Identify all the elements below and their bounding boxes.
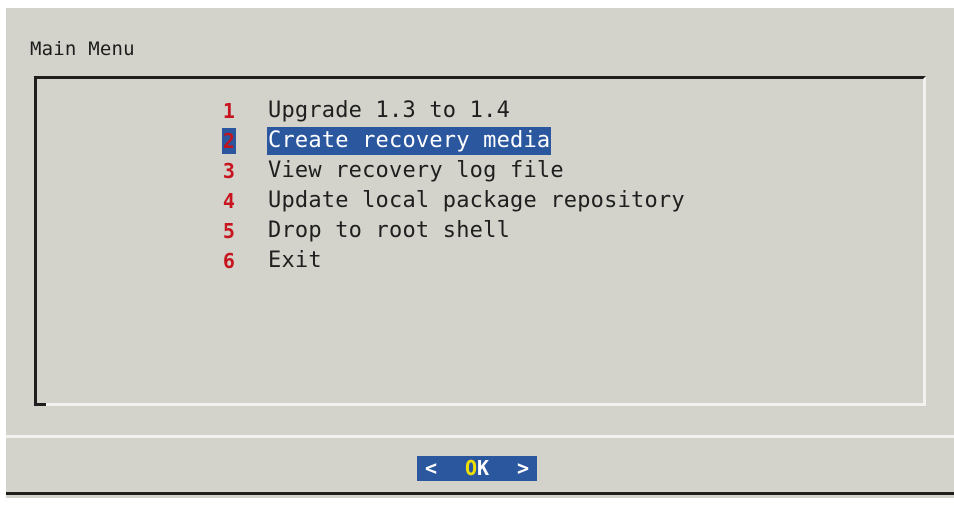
dialog-title: Main Menu [30,38,135,60]
menu-item-tag: 3 [222,159,236,183]
ok-label: OK [465,456,489,481]
menu-item-label: Create recovery media [267,127,552,155]
ok-button[interactable]: < OK > [417,456,537,481]
ok-left-bracket: < [425,456,438,480]
menu-item-tag: 5 [222,219,236,243]
menu-item-view-recovery-log[interactable]: 3 View recovery log file [222,156,686,186]
menu-item-label: Update local package repository [268,188,685,213]
dialog-bottom-border [6,492,954,495]
menu-item-root-shell[interactable]: 5 Drop to root shell [222,216,686,246]
button-separator [6,435,954,438]
ok-hotkey: O [464,456,477,480]
menu-item-upgrade[interactable]: 1 Upgrade 1.3 to 1.4 [222,96,686,126]
menu-item-create-recovery-media[interactable]: 2 Create recovery media [222,126,686,156]
menu-item-update-repository[interactable]: 4 Update local package repository [222,186,686,216]
menu-item-tag: 6 [222,249,236,273]
menu-item-tag: 1 [222,99,236,123]
menu-item-label: Upgrade 1.3 to 1.4 [268,98,511,123]
menu-item-label: Drop to root shell [268,218,511,243]
menu-item-tag: 4 [222,189,236,213]
menu-item-tag: 2 [222,128,236,154]
menu-item-label: View recovery log file [268,158,564,183]
ok-label-rest: K [477,456,490,480]
menu-item-exit[interactable]: 6 Exit [222,246,686,276]
ok-right-bracket: > [516,456,529,480]
menu-box-corner [34,400,46,406]
menu-list: 1 Upgrade 1.3 to 1.4 2 Create recovery m… [222,96,686,276]
menu-item-label: Exit [268,248,322,273]
